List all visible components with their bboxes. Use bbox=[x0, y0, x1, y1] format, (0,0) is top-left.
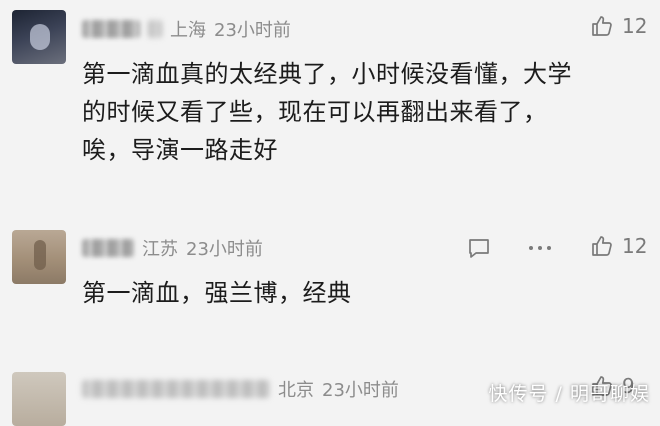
comment-meta: 北京 23小时前 bbox=[82, 374, 399, 404]
blurred-username[interactable] bbox=[82, 380, 270, 398]
avatar[interactable] bbox=[12, 10, 66, 64]
reply-icon bbox=[467, 236, 491, 260]
comment-location: 江苏 bbox=[142, 239, 178, 260]
comment-line: 第一滴血真的太经典了，小时候没看懂，大学 bbox=[82, 60, 572, 88]
comment-line: 的时候又看了些，现在可以再翻出来看了， bbox=[82, 98, 548, 126]
watermark: 快传号 / 明哥聊娱 bbox=[488, 383, 650, 405]
comment-time: 23小时前 bbox=[186, 239, 263, 260]
comment-text: 第一滴血真的太经典了，小时候没看懂，大学 的时候又看了些，现在可以再翻出来看了，… bbox=[82, 55, 572, 169]
blurred-username[interactable] bbox=[82, 20, 140, 38]
comment-meta: 江苏 23小时前 bbox=[82, 233, 263, 263]
comment-meta: 上海 23小时前 bbox=[82, 14, 291, 44]
comment-location: 北京 bbox=[278, 380, 314, 401]
like-count: 12 bbox=[622, 14, 648, 38]
like-button[interactable]: 12 bbox=[590, 234, 647, 258]
blurred-username[interactable] bbox=[82, 239, 134, 257]
avatar[interactable] bbox=[12, 372, 66, 426]
more-button[interactable] bbox=[527, 236, 553, 260]
like-icon bbox=[590, 14, 614, 38]
comment-line: 唉，导演一路走好 bbox=[82, 136, 278, 164]
avatar[interactable] bbox=[12, 230, 66, 284]
more-icon bbox=[527, 236, 553, 260]
comment-text: 第一滴血，强兰博，经典 bbox=[82, 274, 352, 312]
comment-time: 23小时前 bbox=[322, 380, 399, 401]
comment-item: 江苏 23小时前 12 第一滴血，强兰博，经典 bbox=[0, 200, 660, 360]
blurred-region bbox=[148, 20, 162, 38]
comment-item: 上海 23小时前 12 第一滴血真的太经典了，小时候没看懂，大学 的时候又看了些… bbox=[0, 0, 660, 200]
like-button[interactable]: 12 bbox=[590, 14, 647, 38]
comment-location: 上海 bbox=[170, 20, 206, 41]
like-icon bbox=[590, 234, 614, 258]
like-count: 12 bbox=[622, 234, 648, 258]
comment-time: 23小时前 bbox=[214, 20, 291, 41]
reply-button[interactable] bbox=[467, 236, 491, 260]
comment-line: 第一滴血，强兰博，经典 bbox=[82, 279, 352, 307]
